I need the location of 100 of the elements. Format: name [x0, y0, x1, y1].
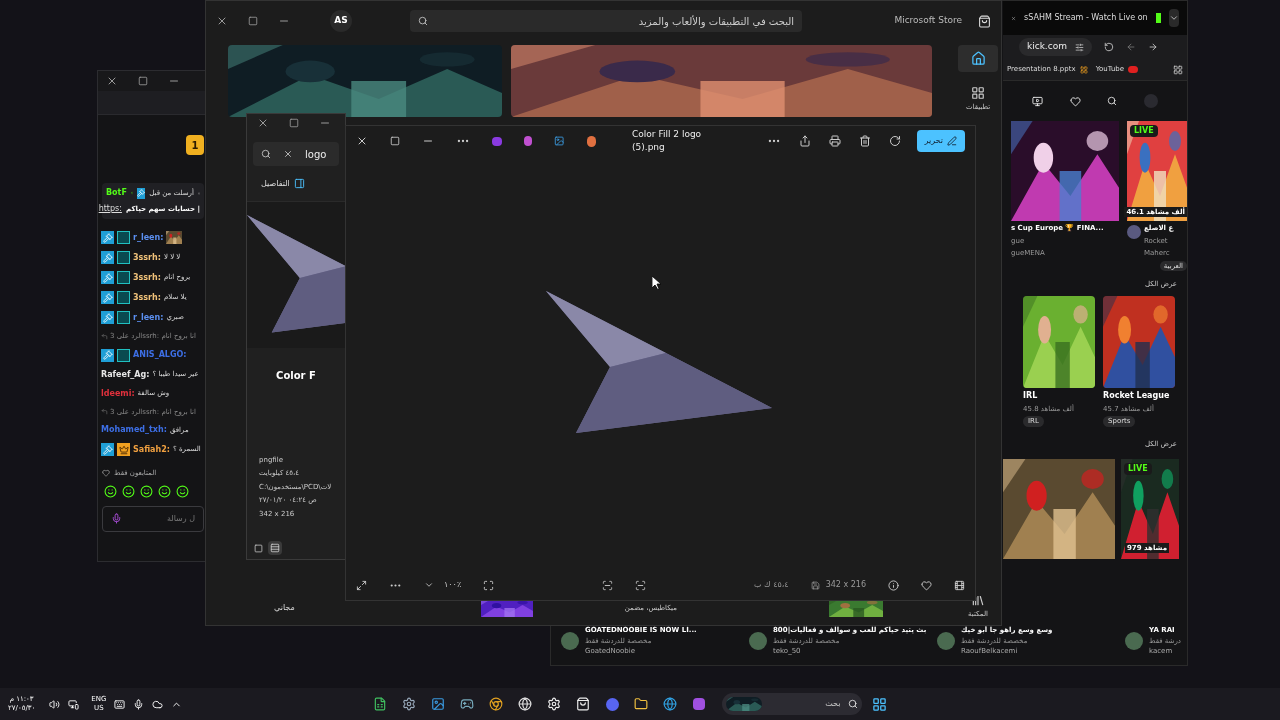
sender-name: BotF: [106, 187, 127, 199]
maximize-icon[interactable]: [248, 16, 258, 26]
back-icon[interactable]: [1125, 42, 1136, 52]
search-field[interactable]: البحث في التطبيقات والألعاب والمزيد: [410, 10, 802, 32]
search-field[interactable]: logo: [253, 142, 339, 166]
share-icon[interactable]: [798, 135, 811, 147]
image-icon[interactable]: [554, 135, 565, 147]
details-button[interactable]: التفاصيل: [261, 177, 290, 190]
following-icon[interactable]: [1032, 95, 1044, 107]
maximize-icon[interactable]: [138, 76, 148, 86]
tab-menu-button[interactable]: [1168, 9, 1179, 27]
view-toggle[interactable]: [251, 541, 265, 555]
username[interactable]: Mohamed_txh:: [101, 424, 167, 436]
chevron-icon[interactable]: [424, 580, 434, 590]
close-icon[interactable]: [216, 15, 228, 27]
category-name[interactable]: IRL: [1023, 389, 1099, 402]
username[interactable]: Rafeef_Ag:: [101, 368, 150, 381]
fit-icon[interactable]: [483, 579, 495, 591]
price-label: مجاني: [274, 602, 295, 614]
avatar[interactable]: AS: [330, 10, 352, 32]
close-icon[interactable]: [356, 135, 368, 147]
emote-icon[interactable]: [140, 484, 153, 498]
apps-icon[interactable]: [1173, 64, 1183, 75]
cloud-icon[interactable]: [152, 698, 164, 710]
emote-icon[interactable]: [122, 484, 135, 498]
maximize-icon[interactable]: [289, 118, 299, 128]
play-icon: [1128, 66, 1139, 73]
moderator-badge: [101, 251, 114, 264]
crown-badge: [117, 443, 130, 456]
close-icon[interactable]: [257, 117, 269, 129]
moderator-badge: [101, 443, 114, 456]
print-icon[interactable]: [828, 135, 841, 147]
heart-icon: [102, 469, 110, 478]
view-toggle[interactable]: [268, 541, 282, 555]
username[interactable]: r_leen:: [133, 231, 164, 244]
moderator-badge: [137, 187, 146, 199]
clear-icon[interactable]: [283, 149, 293, 159]
username[interactable]: r_leen:: [133, 311, 164, 324]
app-icon[interactable]: [492, 136, 502, 146]
og-badge: [117, 231, 130, 244]
og-badge: [117, 348, 130, 362]
avatar[interactable]: [561, 632, 579, 650]
search-field[interactable]: بحث: [722, 693, 863, 715]
maximize-icon[interactable]: [390, 136, 400, 146]
username[interactable]: ANIS_ALGO:: [133, 349, 187, 361]
filmstrip-icon[interactable]: [954, 579, 965, 591]
username[interactable]: 3ssrh:: [133, 271, 161, 284]
forward-icon[interactable]: [1147, 42, 1158, 52]
moderator-badge: [101, 271, 114, 284]
info-icon[interactable]: [888, 579, 899, 591]
address-field[interactable]: kick.com: [1019, 38, 1092, 56]
volume-icon[interactable]: [49, 698, 61, 710]
file-name: Color F: [275, 369, 317, 383]
scan-icon[interactable]: [635, 579, 647, 591]
sliders-icon[interactable]: [1074, 42, 1084, 52]
heart-icon[interactable]: [921, 579, 932, 591]
search-icon[interactable]: [1107, 96, 1118, 106]
store-icon: [978, 14, 991, 28]
username[interactable]: Safiah2:: [133, 443, 170, 456]
chevron-down-icon: [1168, 13, 1179, 23]
file-title: Color Fill 2 logo (5).png: [632, 127, 703, 154]
username[interactable]: 3ssrh:: [133, 251, 161, 264]
home-icon: [970, 51, 986, 66]
edit-button[interactable]: تحرير: [916, 130, 965, 152]
og-badge: [117, 291, 130, 304]
username[interactable]: ldeemi:: [101, 387, 135, 400]
nav-item[interactable]: [958, 45, 998, 72]
trash-icon[interactable]: [858, 135, 871, 147]
og-badge: [117, 271, 130, 284]
search-placeholder: بحث: [825, 698, 841, 710]
scan-icon[interactable]: [602, 579, 614, 591]
reply-icon: [101, 408, 108, 416]
expand-icon[interactable]: [356, 579, 367, 591]
rank-badge: 1: [186, 135, 204, 155]
avatar[interactable]: [937, 632, 955, 650]
app-icon[interactable]: [523, 136, 533, 146]
avatar[interactable]: [749, 632, 767, 650]
username[interactable]: 3ssrh:: [133, 291, 161, 304]
close-icon[interactable]: [106, 75, 118, 87]
rotate-icon[interactable]: [888, 135, 901, 147]
avatar[interactable]: [1125, 632, 1143, 650]
message-field[interactable]: ل رسالة: [102, 505, 204, 532]
reload-icon[interactable]: [1103, 42, 1114, 52]
emote-icon[interactable]: [176, 484, 189, 498]
search-icon: [848, 699, 859, 709]
zoom-level[interactable]: ١٠٠٪: [444, 579, 462, 591]
keyboard-icon[interactable]: [114, 698, 126, 710]
microphone-icon[interactable]: [133, 698, 145, 710]
emote-icon[interactable]: [104, 484, 117, 498]
category-name[interactable]: Rocket League: [1103, 389, 1179, 402]
site-icon: [1155, 13, 1161, 23]
reply-icon: [101, 332, 108, 340]
link[interactable]: https:: [98, 203, 122, 215]
image-dimensions: 342 x 216: [825, 579, 866, 591]
emote-icon[interactable]: [158, 484, 171, 498]
avatar[interactable]: [1127, 225, 1141, 239]
network-icon[interactable]: [68, 698, 80, 710]
app-icon[interactable]: [586, 135, 597, 147]
moderator-badge: [101, 231, 114, 244]
live-badge: LIVE: [1130, 125, 1158, 137]
